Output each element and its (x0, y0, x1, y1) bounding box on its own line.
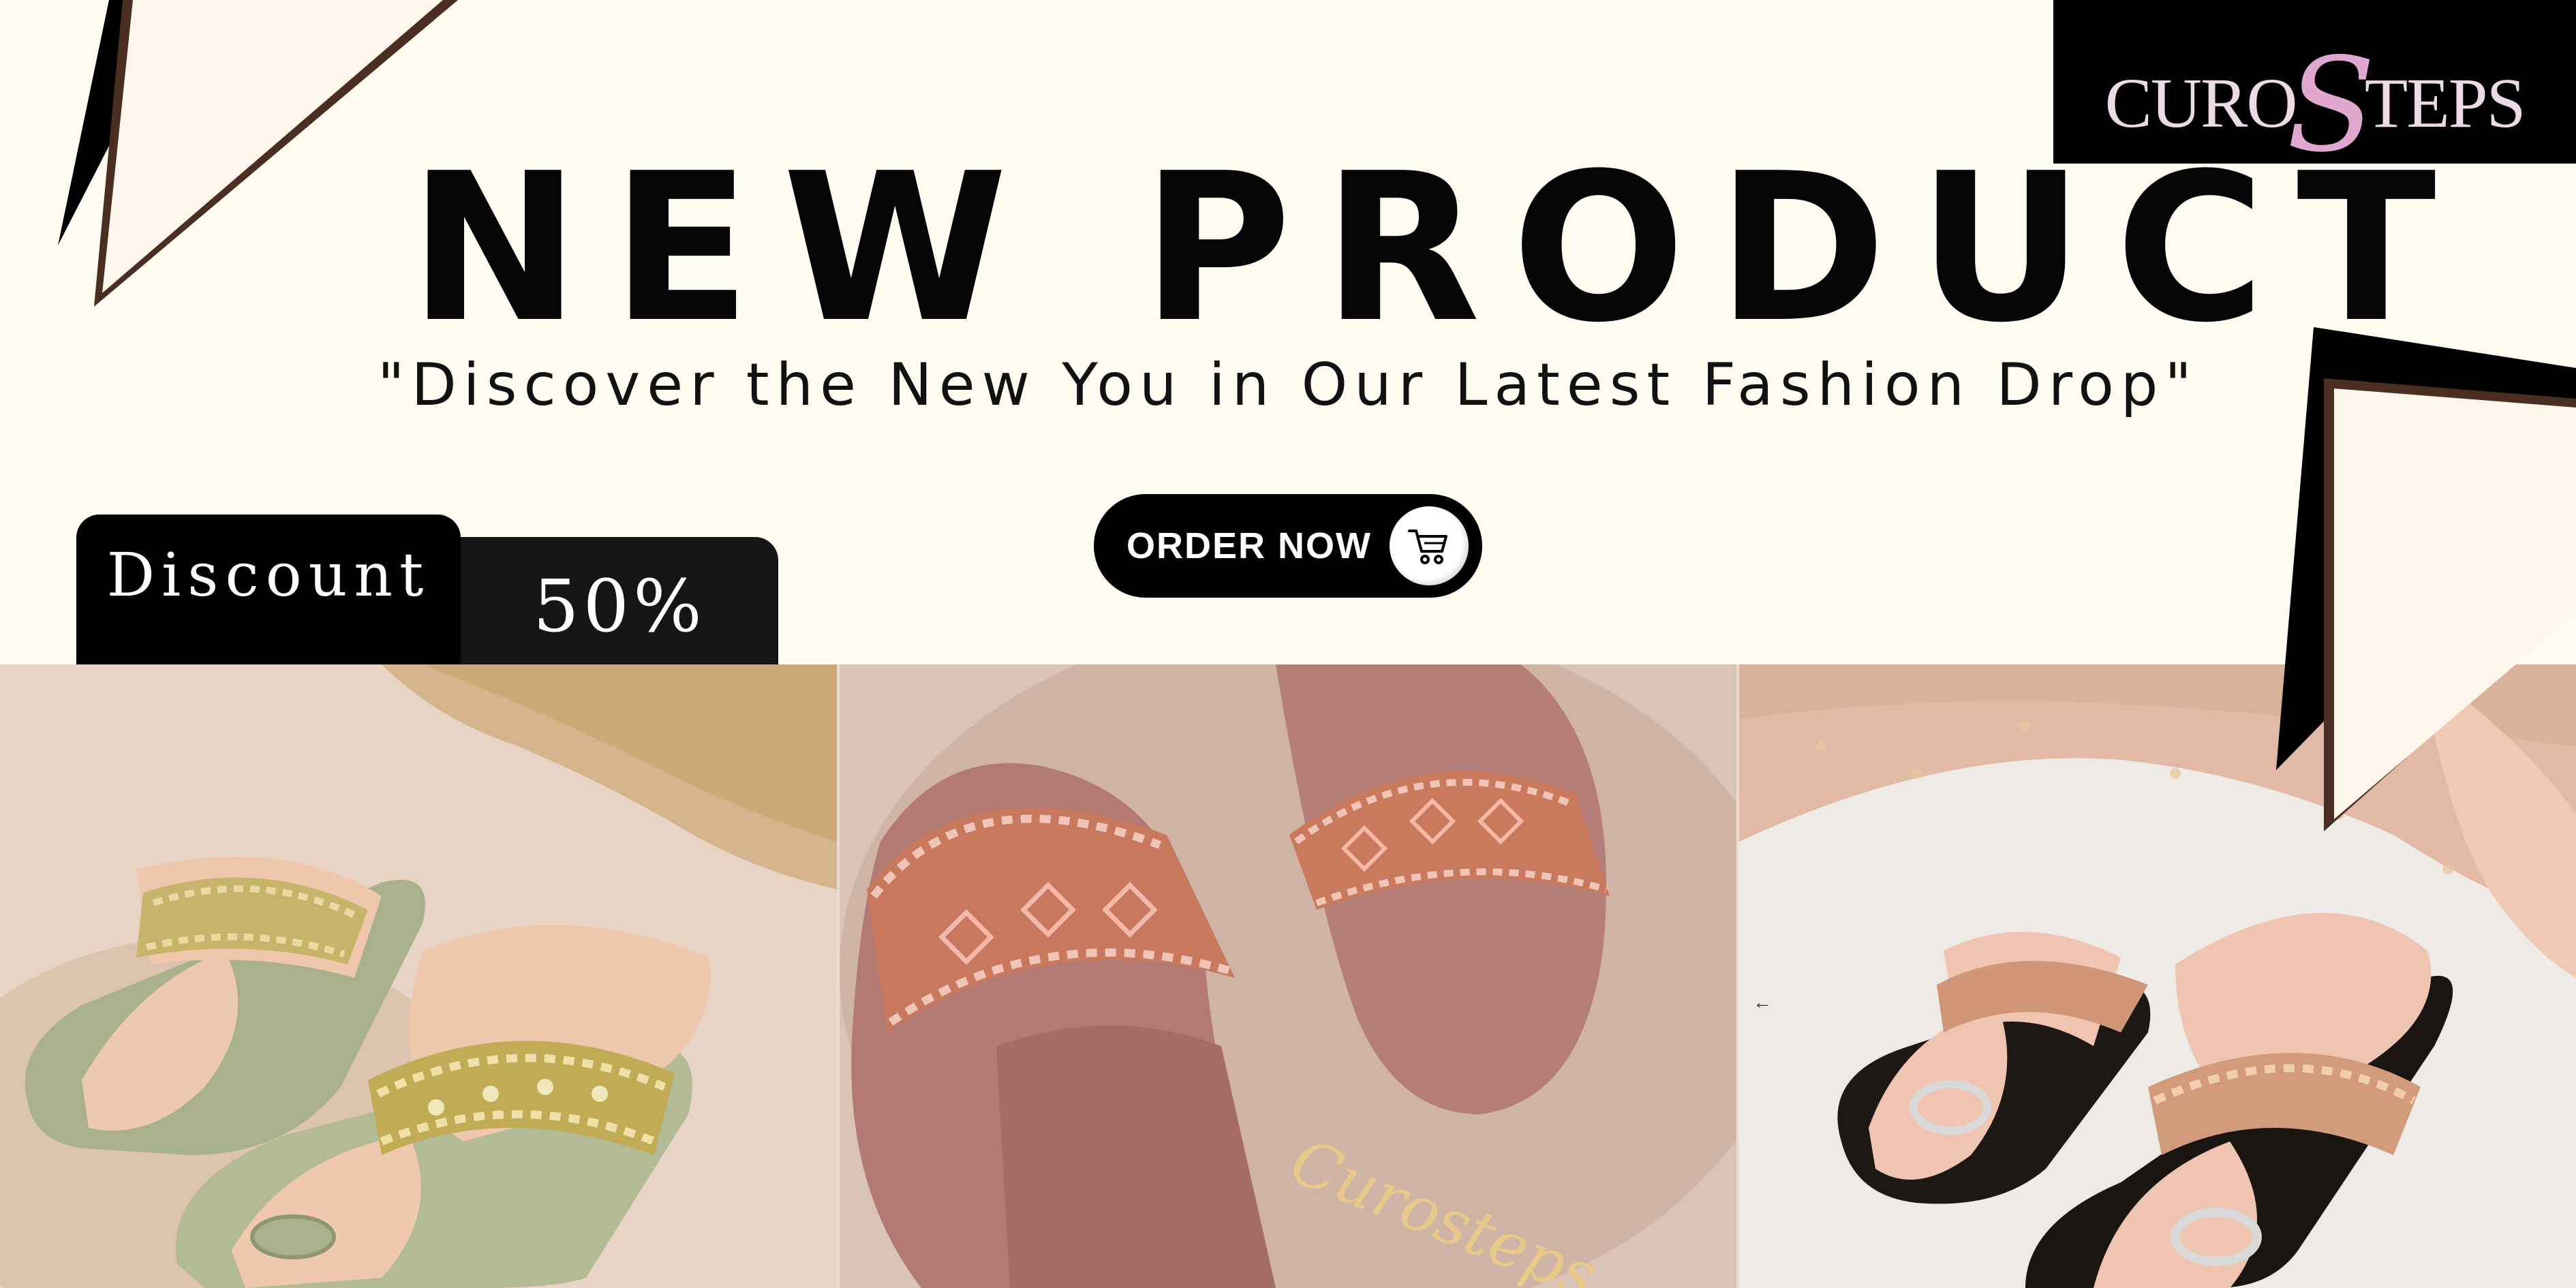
product-photo-olive[interactable] (0, 664, 837, 1288)
order-now-label: ORDER NOW (1126, 525, 1372, 566)
corner-triangle-right (2276, 327, 2576, 831)
discount-value-tab: 50% (461, 537, 778, 664)
product-photo-strip: Curosteps ← (0, 664, 2576, 1288)
promo-banner: CUROSTEPS NEW PRODUCT "Discover the New … (0, 0, 2576, 1288)
page-title: NEW PRODUCT (409, 129, 2468, 367)
discount-label: Discount (106, 539, 431, 610)
product-photo-pink[interactable]: Curosteps (840, 664, 1736, 1288)
carousel-prev-arrow[interactable]: ← (1753, 992, 1772, 1013)
discount-value: 50% (533, 564, 706, 648)
discount-label-tab: Discount (76, 515, 461, 664)
tagline: "Discover the New You in Our Latest Fash… (378, 351, 2198, 419)
cart-icon (1390, 506, 1469, 585)
order-now-button[interactable]: ORDER NOW (1094, 494, 1482, 598)
